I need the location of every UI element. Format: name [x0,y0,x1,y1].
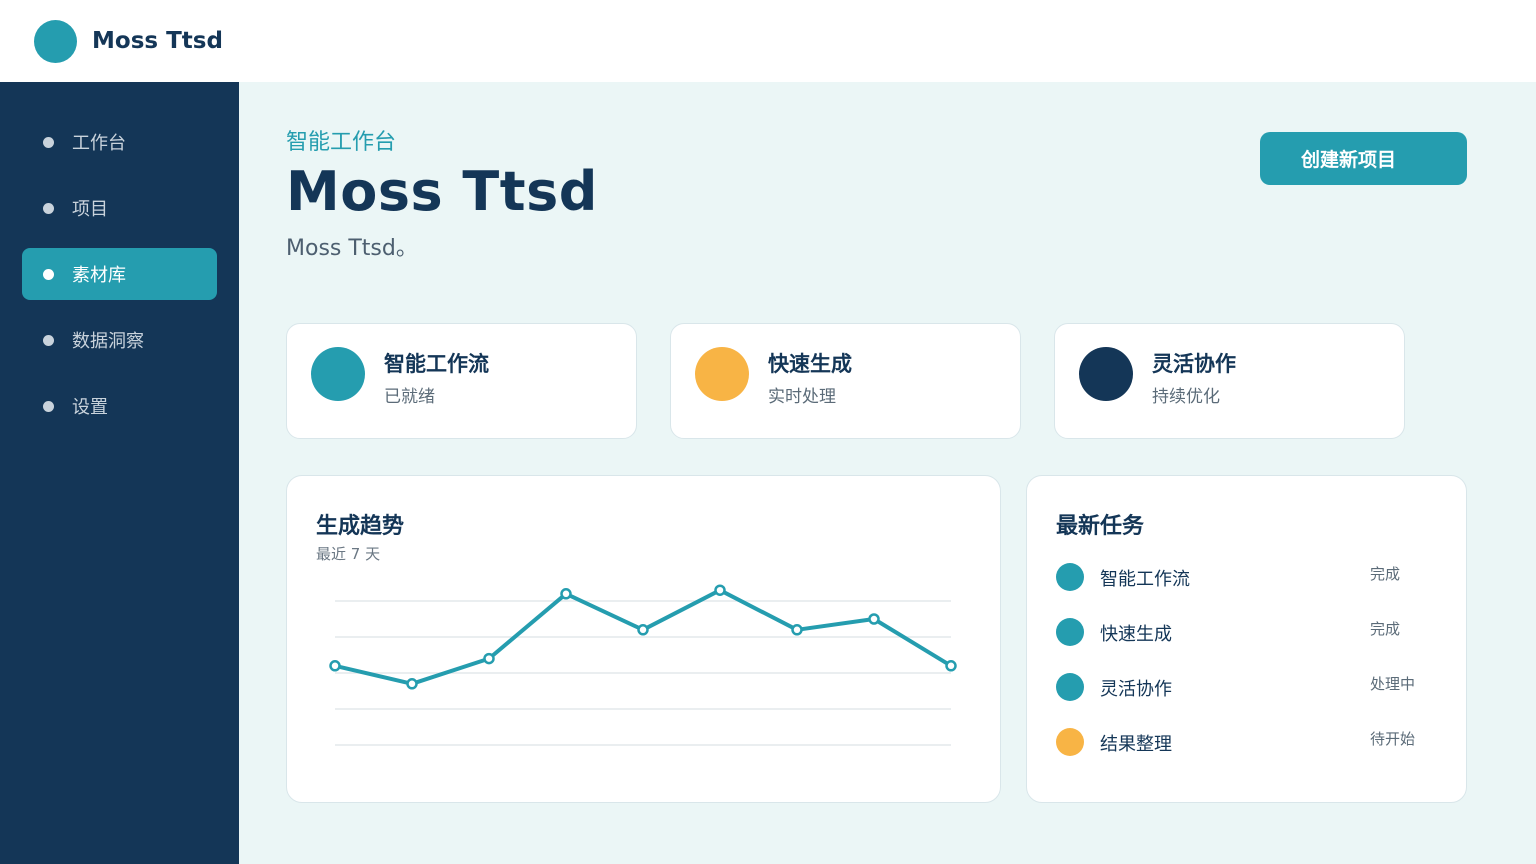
task-status: 完成 [1370,620,1401,638]
top-bar: Moss Ttsd [0,0,1536,82]
sidebar-item-insights[interactable]: 数据洞察 [22,314,217,366]
feature-title: 灵活协作 [1152,352,1236,376]
bullet-icon [43,137,54,148]
task-status: 待开始 [1370,730,1416,748]
data-point[interactable] [406,678,418,690]
feature-card-workflow[interactable]: 智能工作流 已就绪 [286,323,637,439]
feature-title: 智能工作流 [384,352,489,376]
sidebar-item-label: 设置 [72,397,108,418]
feature-card-collaboration[interactable]: 灵活协作 持续优化 [1054,323,1405,439]
feature-title: 快速生成 [768,352,852,376]
sidebar-item-workbench[interactable]: 工作台 [22,116,217,168]
feature-subtitle: 持续优化 [1152,387,1220,407]
sidebar: 工作台 项目 素材库 数据洞察 设置 [0,82,239,864]
feature-subtitle: 实时处理 [768,387,836,407]
feature-dot-icon [1079,347,1133,401]
brand-name: Moss Ttsd [92,28,223,54]
task-name: 快速生成 [1100,624,1172,645]
sidebar-item-assets[interactable]: 素材库 [22,248,217,300]
tasks-title: 最新任务 [1056,514,1145,539]
sidebar-item-label: 项目 [72,199,108,220]
page-title: Moss Ttsd [286,160,598,223]
data-point[interactable] [714,584,726,596]
data-point[interactable] [945,660,957,672]
sidebar-item-label: 素材库 [72,265,126,286]
task-row[interactable]: 结果整理 待开始 [1056,721,1436,761]
status-dot-icon [1056,728,1084,756]
data-point[interactable] [868,613,880,625]
data-point[interactable] [483,652,495,665]
trend-chart [329,584,957,746]
sidebar-item-label: 工作台 [72,133,126,154]
create-project-button[interactable]: 创建新项目 [1260,132,1467,185]
task-row[interactable]: 快速生成 完成 [1056,611,1436,651]
status-dot-icon [1056,563,1084,591]
brand-logo [34,19,77,63]
tasks-panel: 最新任务 智能工作流 完成 快速生成 完成 灵活协作 处理中 结果整理 待开始 [1026,475,1467,803]
trend-panel: 生成趋势 最近 7 天 [286,475,1001,803]
task-status: 处理中 [1370,675,1416,693]
feature-subtitle: 已就绪 [384,387,435,407]
task-name: 结果整理 [1100,734,1172,755]
feature-dot-icon [311,347,365,401]
page-subtitle: Moss Ttsd。 [286,236,418,261]
bullet-icon [43,335,54,346]
feature-dot-icon [695,347,749,401]
data-point[interactable] [329,660,341,672]
page-eyebrow: 智能工作台 [286,130,397,155]
task-name: 智能工作流 [1100,569,1190,590]
sidebar-item-label: 数据洞察 [72,331,144,352]
task-name: 灵活协作 [1100,679,1172,700]
status-dot-icon [1056,618,1084,646]
data-point[interactable] [791,624,803,636]
task-row[interactable]: 智能工作流 完成 [1056,556,1436,596]
task-row[interactable]: 灵活协作 处理中 [1056,666,1436,706]
data-point[interactable] [560,588,572,600]
sidebar-item-projects[interactable]: 项目 [22,182,217,234]
status-dot-icon [1056,673,1084,701]
bullet-icon [43,401,54,412]
bullet-icon [43,269,54,280]
task-status: 完成 [1370,565,1401,583]
bullet-icon [43,203,54,214]
sidebar-item-settings[interactable]: 设置 [22,380,217,432]
feature-card-generation[interactable]: 快速生成 实时处理 [670,323,1021,439]
data-point[interactable] [637,624,649,636]
